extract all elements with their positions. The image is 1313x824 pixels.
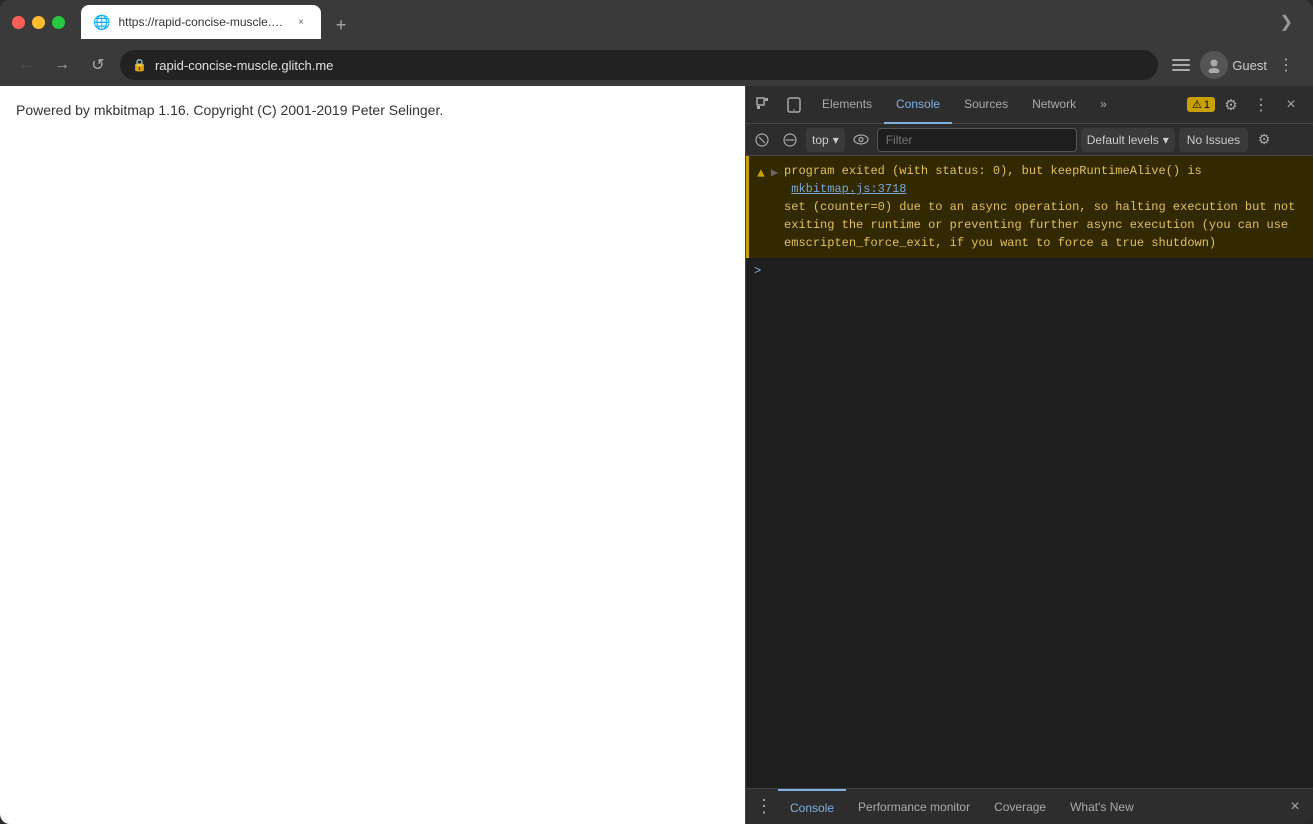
console-filter-input[interactable] <box>877 128 1077 152</box>
address-bar[interactable]: 🔒 rapid-concise-muscle.glitch.me <box>120 50 1158 80</box>
devtools-toolbar: Elements Console Sources Network » <box>746 86 1313 124</box>
warning-count: 1 <box>1204 99 1210 111</box>
new-tab-button[interactable]: + <box>327 11 355 39</box>
tab-sources[interactable]: Sources <box>952 86 1020 124</box>
warning-triangle-icon: ▲ <box>757 164 765 184</box>
warning-text-line4: emscripten_force_exit, if you want to fo… <box>784 236 1216 250</box>
traffic-lights <box>12 16 65 29</box>
browser-tab[interactable]: 🌐 https://rapid-concise-muscle.g... × <box>81 5 321 39</box>
user-label: Guest <box>1232 58 1267 73</box>
user-area[interactable]: Guest <box>1200 51 1267 79</box>
devtools-panel: Elements Console Sources Network » <box>745 86 1313 824</box>
nav-bar: ← → ↺ 🔒 rapid-concise-muscle.glitch.me <box>0 44 1313 86</box>
tab-bar: 🌐 https://rapid-concise-muscle.g... × + <box>73 5 1272 39</box>
tab-title: https://rapid-concise-muscle.g... <box>118 15 285 29</box>
console-settings-icon: ⚙ <box>1258 131 1271 148</box>
tab-console[interactable]: Console <box>884 86 952 124</box>
reload-button[interactable]: ↺ <box>84 51 112 79</box>
context-chevron: ▾ <box>833 133 839 147</box>
warning-source-link[interactable]: mkbitmap.js:3718 <box>791 182 906 196</box>
tab-favicon: 🌐 <box>93 14 110 31</box>
settings-gear-icon: ⚙ <box>1224 96 1237 114</box>
tab-more[interactable]: » <box>1088 86 1119 124</box>
customize-button[interactable] <box>1166 50 1196 80</box>
devtools-toolbar-right: ⚠ 1 ⚙ ⋮ × <box>1187 91 1309 119</box>
maximize-button[interactable] <box>52 16 65 29</box>
devtools-tabs: Elements Console Sources Network » <box>810 86 1185 124</box>
eye-button[interactable] <box>849 128 873 152</box>
levels-label: Default levels <box>1087 133 1159 147</box>
back-button[interactable]: ← <box>12 51 40 79</box>
devtools-close-button[interactable]: × <box>1277 91 1305 119</box>
bottom-tab-console[interactable]: Console <box>778 789 846 824</box>
tab-close-button[interactable]: × <box>293 14 309 30</box>
more-button[interactable]: ⋮ <box>1271 50 1301 80</box>
device-toolbar-button[interactable] <box>780 91 808 119</box>
bottom-bar-close-icon: × <box>1290 798 1299 816</box>
close-button[interactable] <box>12 16 25 29</box>
devtools-more-button[interactable]: ⋮ <box>1247 91 1275 119</box>
title-bar: 🌐 https://rapid-concise-muscle.g... × + … <box>0 0 1313 44</box>
lock-icon: 🔒 <box>132 58 147 72</box>
warning-badge[interactable]: ⚠ 1 <box>1187 97 1215 112</box>
devtools-console-toolbar: top ▾ Default levels ▾ No Issues <box>746 124 1313 156</box>
page-copyright-text: Powered by mkbitmap 1.16. Copyright (C) … <box>16 102 729 118</box>
expand-icon[interactable]: ❯ <box>1280 12 1293 32</box>
tab-network[interactable]: Network <box>1020 86 1088 124</box>
bottom-bar-menu-button[interactable]: ⋮ <box>750 793 778 821</box>
block-icon-button[interactable] <box>778 128 802 152</box>
context-selector[interactable]: top ▾ <box>806 128 845 152</box>
warning-icon: ⚠ <box>1192 98 1202 111</box>
address-text: rapid-concise-muscle.glitch.me <box>155 58 333 73</box>
inspect-element-button[interactable] <box>750 91 778 119</box>
tab-elements[interactable]: Elements <box>810 86 884 124</box>
browser-window: 🌐 https://rapid-concise-muscle.g... × + … <box>0 0 1313 824</box>
bottom-tab-whats-new[interactable]: What's New <box>1058 789 1146 824</box>
devtools-settings-button[interactable]: ⚙ <box>1217 91 1245 119</box>
bottom-bar-close-button[interactable]: × <box>1281 793 1309 821</box>
bottom-tab-coverage[interactable]: Coverage <box>982 789 1058 824</box>
levels-chevron: ▾ <box>1163 133 1169 147</box>
devtools-bottom-bar: ⋮ Console Performance monitor Coverage W… <box>746 788 1313 824</box>
forward-button[interactable]: → <box>48 51 76 79</box>
expand-arrow-icon[interactable]: ▶ <box>771 164 778 182</box>
webpage-content: Powered by mkbitmap 1.16. Copyright (C) … <box>0 86 745 824</box>
console-settings-button[interactable]: ⚙ <box>1252 128 1276 152</box>
devtools-console-output: ▲ ▶ program exited (with status: 0), but… <box>746 156 1313 788</box>
nav-actions: Guest ⋮ <box>1166 50 1301 80</box>
minimize-button[interactable] <box>32 16 45 29</box>
levels-selector[interactable]: Default levels ▾ <box>1081 128 1175 152</box>
clear-console-button[interactable] <box>750 128 774 152</box>
more-vertical-icon: ⋮ <box>1253 95 1269 115</box>
warning-text-line2: set (counter=0) due to an async operatio… <box>784 200 1295 214</box>
no-issues-button[interactable]: No Issues <box>1179 128 1248 152</box>
main-area: Powered by mkbitmap 1.16. Copyright (C) … <box>0 86 1313 824</box>
title-bar-right: ❯ <box>1280 12 1301 32</box>
warning-text-line3: exiting the runtime or preventing furthe… <box>784 218 1288 232</box>
console-warning-row: ▲ ▶ program exited (with status: 0), but… <box>746 156 1313 258</box>
close-devtools-icon: × <box>1286 96 1295 114</box>
prompt-arrow-icon: > <box>754 264 761 278</box>
bottom-tab-performance-monitor[interactable]: Performance monitor <box>846 789 982 824</box>
warning-text-content: program exited (with status: 0), but kee… <box>784 162 1305 252</box>
console-prompt-row[interactable]: > <box>746 258 1313 284</box>
context-label: top <box>812 133 829 147</box>
user-avatar <box>1200 51 1228 79</box>
